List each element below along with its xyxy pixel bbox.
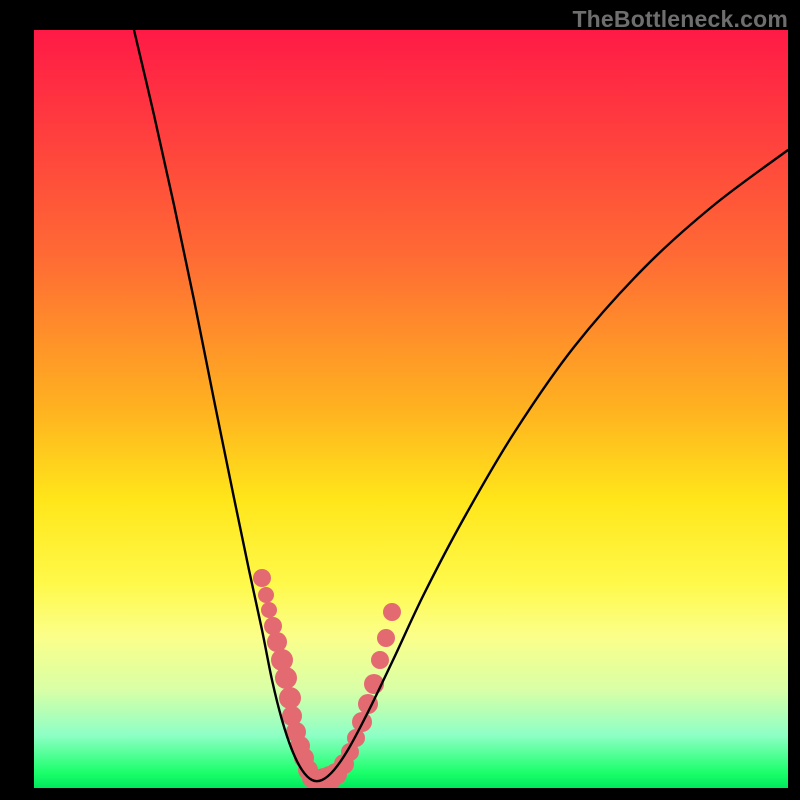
outer-frame: TheBottleneck.com (0, 0, 800, 800)
marker-dot (383, 603, 401, 621)
marker-dot (371, 651, 389, 669)
plot-area (34, 30, 788, 788)
chart-svg (34, 30, 788, 788)
marker-dot (275, 667, 297, 689)
bottleneck-curve (134, 30, 788, 781)
marker-dot (279, 687, 301, 709)
watermark-text: TheBottleneck.com (572, 6, 788, 33)
marker-group (253, 569, 401, 788)
marker-dot (253, 569, 271, 587)
marker-dot (377, 629, 395, 647)
marker-dot (261, 602, 277, 618)
marker-dot (267, 632, 287, 652)
marker-dot (258, 587, 274, 603)
